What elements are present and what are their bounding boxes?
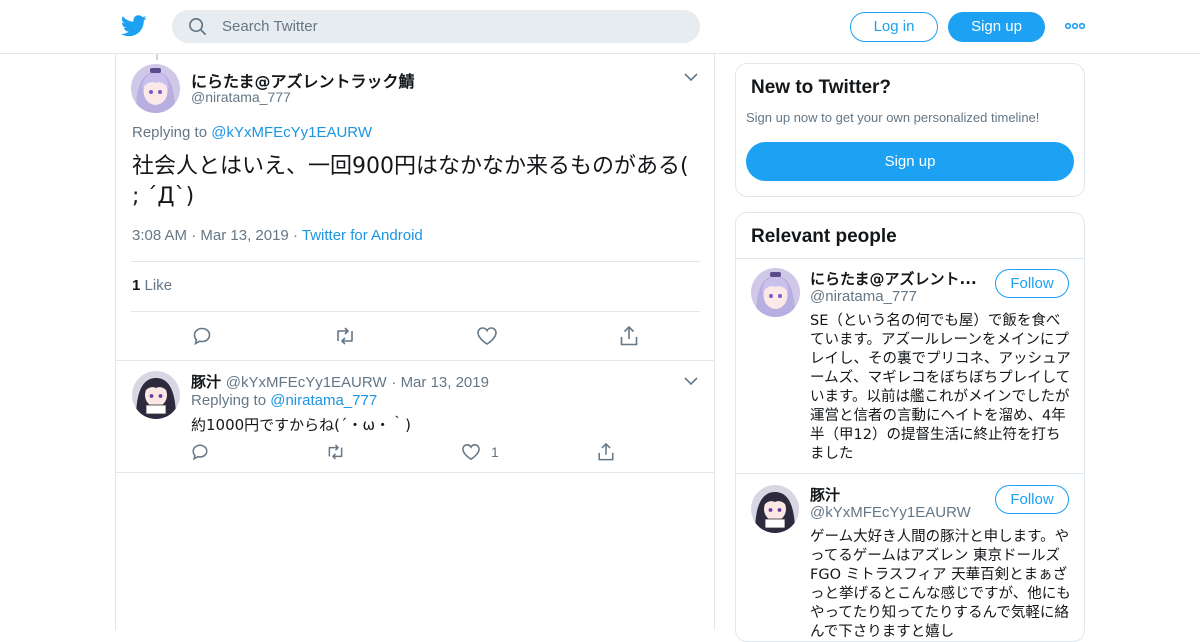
reply-icon[interactable] bbox=[191, 443, 209, 461]
replying-prefix: Replying to bbox=[191, 392, 267, 409]
replying-to-link[interactable]: @niratama_777 bbox=[270, 392, 377, 409]
divider bbox=[736, 258, 1084, 259]
person-handle[interactable]: @kYxMFEcYy1EAURW bbox=[810, 504, 971, 521]
reply-author-handle[interactable]: @kYxMFEcYy1EAURW bbox=[226, 374, 387, 391]
card-title: Relevant people bbox=[751, 226, 897, 247]
signup-button[interactable]: Sign up bbox=[948, 12, 1045, 42]
divider bbox=[131, 311, 700, 312]
tweet-metadata: 3:08 AM · Mar 13, 2019 · Twitter for And… bbox=[132, 227, 423, 244]
replying-to: Replying to @kYxMFEcYy1EAURW bbox=[132, 124, 372, 141]
follow-button[interactable]: Follow bbox=[995, 269, 1069, 298]
like-icon[interactable] bbox=[476, 326, 498, 346]
new-to-twitter-card: New to Twitter? Sign up now to get your … bbox=[735, 63, 1085, 197]
follow-button[interactable]: Follow bbox=[995, 485, 1069, 514]
tweet-column: にらたま@アズレントラック鯖 @niratama_777 Replying to… bbox=[115, 54, 715, 630]
login-button[interactable]: Log in bbox=[850, 12, 938, 42]
relevant-people-card: Relevant people にらたま@アズレント... @niratama_… bbox=[735, 212, 1085, 642]
meta-separator: · bbox=[391, 374, 401, 391]
reply-text: 約1000円ですからね(´・ω・｀) bbox=[191, 416, 411, 434]
top-navigation-bar: Search Twitter Log in Sign up bbox=[0, 0, 1200, 54]
divider bbox=[116, 360, 714, 361]
twitter-logo-icon[interactable] bbox=[121, 14, 147, 38]
anime-avatar-icon bbox=[751, 268, 800, 317]
divider bbox=[116, 472, 714, 473]
reply-date[interactable]: Mar 13, 2019 bbox=[401, 374, 489, 391]
replying-prefix: Replying to bbox=[132, 124, 208, 141]
tweet-source[interactable]: Twitter for Android bbox=[302, 227, 423, 244]
reply-author-avatar[interactable] bbox=[132, 371, 180, 419]
meta-separator: · bbox=[292, 227, 302, 244]
reply-header: 豚汁 @kYxMFEcYy1EAURW · Mar 13, 2019 bbox=[191, 371, 489, 392]
tweet-text: 社会人とはいえ、一回900円はなかなか来るものがある( ; ´Д`) bbox=[132, 154, 689, 209]
tweet-author-avatar[interactable] bbox=[131, 64, 180, 113]
tweet-time[interactable]: 3:08 AM bbox=[132, 227, 187, 244]
person-bio: ゲーム大好き人間の豚汁と申します。やってるゲームはアズレン 東京ドールズ FGO… bbox=[810, 529, 1071, 640]
card-title: New to Twitter? bbox=[751, 77, 892, 98]
tweet-date[interactable]: Mar 13, 2019 bbox=[200, 227, 288, 244]
replying-to-link[interactable]: @kYxMFEcYy1EAURW bbox=[211, 124, 372, 141]
like-stats[interactable]: 1 Like bbox=[132, 277, 172, 294]
person-avatar[interactable] bbox=[751, 268, 800, 317]
like-count: 1 bbox=[132, 277, 141, 294]
reply-icon[interactable] bbox=[192, 326, 212, 346]
anime-avatar-icon bbox=[131, 64, 180, 113]
like-label: Like bbox=[144, 277, 173, 294]
divider bbox=[131, 261, 700, 262]
tweet-author-handle[interactable]: @niratama_777 bbox=[191, 89, 291, 105]
retweet-icon[interactable] bbox=[333, 326, 357, 346]
person-handle[interactable]: @niratama_777 bbox=[810, 288, 917, 305]
person-name[interactable]: 豚汁 bbox=[810, 484, 840, 505]
more-icon[interactable] bbox=[1065, 20, 1085, 32]
divider bbox=[736, 473, 1084, 474]
share-icon[interactable] bbox=[597, 442, 615, 462]
reply-like-count: 1 bbox=[491, 444, 499, 460]
reply-author-name[interactable]: 豚汁 bbox=[191, 373, 221, 391]
like-icon[interactable] bbox=[461, 443, 481, 461]
person-bio: SE（という名の何でも屋）で飯を食べています。アズールレーンをメインにプレイし、… bbox=[810, 313, 1071, 462]
card-subtitle: Sign up now to get your own personalized… bbox=[746, 110, 1040, 125]
share-icon[interactable] bbox=[619, 325, 639, 347]
reply-replying-to: Replying to @niratama_777 bbox=[191, 392, 377, 409]
meta-separator: · bbox=[191, 227, 201, 244]
chevron-down-icon[interactable] bbox=[684, 72, 698, 82]
thread-connector bbox=[156, 54, 158, 60]
person-name[interactable]: にらたま@アズレント... bbox=[810, 268, 977, 289]
search-input[interactable]: Search Twitter bbox=[222, 18, 318, 35]
retweet-icon[interactable] bbox=[325, 443, 346, 461]
anime-avatar-icon bbox=[132, 371, 180, 419]
search-icon bbox=[189, 18, 206, 35]
person-avatar[interactable] bbox=[751, 485, 799, 533]
search-bar[interactable]: Search Twitter bbox=[172, 10, 700, 43]
sidebar-signup-button[interactable]: Sign up bbox=[746, 142, 1074, 181]
anime-avatar-icon bbox=[751, 485, 799, 533]
chevron-down-icon[interactable] bbox=[684, 376, 698, 386]
